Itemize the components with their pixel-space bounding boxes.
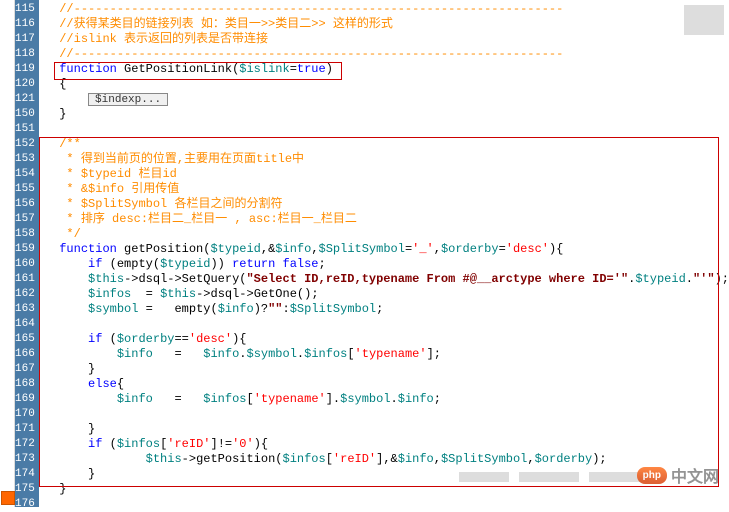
decoration	[459, 472, 509, 482]
app-icon	[1, 491, 15, 505]
code-text: /**	[45, 137, 81, 151]
line-number[interactable]: 163	[15, 302, 35, 317]
code-text: */	[45, 227, 81, 241]
code-line[interactable]: }	[39, 107, 729, 122]
code-line[interactable]: {	[39, 77, 729, 92]
code-line[interactable]: }	[39, 482, 729, 497]
line-number[interactable]: 176	[15, 497, 35, 512]
code-text: //--------------------------------------…	[45, 47, 564, 61]
line-number[interactable]: 170	[15, 407, 35, 422]
code-line[interactable]: if (empty($typeid)) return false;	[39, 257, 729, 272]
code-line[interactable]: $info = $info.$symbol.$infos['typename']…	[39, 347, 729, 362]
line-number[interactable]: 166	[15, 347, 35, 362]
line-number[interactable]: 156	[15, 197, 35, 212]
code-line[interactable]: }	[39, 422, 729, 437]
code-line[interactable]: $infos = $this->dsql->GetOne();	[39, 287, 729, 302]
code-text: * 得到当前页的位置,主要用在页面title中	[45, 152, 304, 166]
line-number[interactable]: 117	[15, 32, 35, 47]
watermark: php 中文网	[637, 463, 719, 487]
line-number[interactable]: 160	[15, 257, 35, 272]
code-editor: 115 116 117 118 119 120 121 150 151 152 …	[0, 0, 729, 507]
code-line[interactable]: if ($infos['reID']!='0'){	[39, 437, 729, 452]
code-text: * 排序 desc:栏目二_栏目一 , asc:栏目一_栏目二	[45, 212, 357, 226]
code-line[interactable]: $this->dsql->SetQuery("Select ID,reID,ty…	[39, 272, 729, 287]
line-number[interactable]: 115	[15, 2, 35, 17]
line-number[interactable]: 157	[15, 212, 35, 227]
line-number[interactable]: 159	[15, 242, 35, 257]
line-number-gutter[interactable]: 115 116 117 118 119 120 121 150 151 152 …	[15, 0, 39, 507]
line-number[interactable]: 164	[15, 317, 35, 332]
code-line[interactable]: if ($orderby=='desc'){	[39, 332, 729, 347]
line-number[interactable]: 172	[15, 437, 35, 452]
line-number[interactable]: 121	[15, 92, 35, 107]
line-number[interactable]: 175	[15, 482, 35, 497]
line-number[interactable]: 152	[15, 137, 35, 152]
line-number[interactable]: 162	[15, 287, 35, 302]
code-text: * &$info 引用传值	[45, 182, 179, 196]
decoration	[519, 472, 579, 482]
code-text: //islink 表示返回的列表是否带连接	[45, 32, 268, 46]
line-number[interactable]: 151	[15, 122, 35, 137]
code-text: //--------------------------------------…	[45, 2, 564, 16]
line-number[interactable]: 120	[15, 77, 35, 92]
line-number[interactable]: 116	[15, 17, 35, 32]
code-text: //获得某类目的链接列表 如：类目一>>类目二>> 这样的形式	[45, 17, 393, 31]
code-line[interactable]: function GetPositionLink($islink=true)	[39, 62, 729, 77]
code-line[interactable]	[39, 407, 729, 422]
line-number[interactable]: 118	[15, 47, 35, 62]
watermark-text: 中文网	[671, 463, 719, 487]
code-text: * $SplitSymbol 各栏目之间的分割符	[45, 197, 283, 211]
code-line[interactable]: $symbol = empty($info)?"":$SplitSymbol;	[39, 302, 729, 317]
line-number[interactable]: 167	[15, 362, 35, 377]
watermark-badge: php	[637, 467, 667, 484]
line-number[interactable]: 165	[15, 332, 35, 347]
code-line[interactable]: $info = $infos['typename'].$symbol.$info…	[39, 392, 729, 407]
line-number[interactable]: 169	[15, 392, 35, 407]
code-content[interactable]: //--------------------------------------…	[39, 0, 729, 507]
code-line[interactable]: function getPosition($typeid,&$info,$Spl…	[39, 242, 729, 257]
line-number[interactable]: 171	[15, 422, 35, 437]
line-number[interactable]: 158	[15, 227, 35, 242]
code-line[interactable]	[39, 122, 729, 137]
code-fold[interactable]: $indexp...	[88, 93, 168, 106]
code-line[interactable]: else{	[39, 377, 729, 392]
code-text: * $typeid 栏目id	[45, 167, 177, 181]
code-line[interactable]: }	[39, 362, 729, 377]
line-number[interactable]: 168	[15, 377, 35, 392]
line-number[interactable]: 119	[15, 62, 35, 77]
code-line[interactable]: $this->getPosition($infos['reID'],&$info…	[39, 452, 729, 467]
line-number[interactable]: 150	[15, 107, 35, 122]
code-line[interactable]	[39, 317, 729, 332]
line-number[interactable]: 154	[15, 167, 35, 182]
line-number[interactable]: 173	[15, 452, 35, 467]
line-number[interactable]: 161	[15, 272, 35, 287]
line-number[interactable]: 155	[15, 182, 35, 197]
decoration	[684, 5, 724, 35]
line-number[interactable]: 153	[15, 152, 35, 167]
line-number[interactable]: 174	[15, 467, 35, 482]
icon-gutter	[0, 0, 15, 507]
code-line[interactable]: $indexp...	[39, 92, 729, 107]
